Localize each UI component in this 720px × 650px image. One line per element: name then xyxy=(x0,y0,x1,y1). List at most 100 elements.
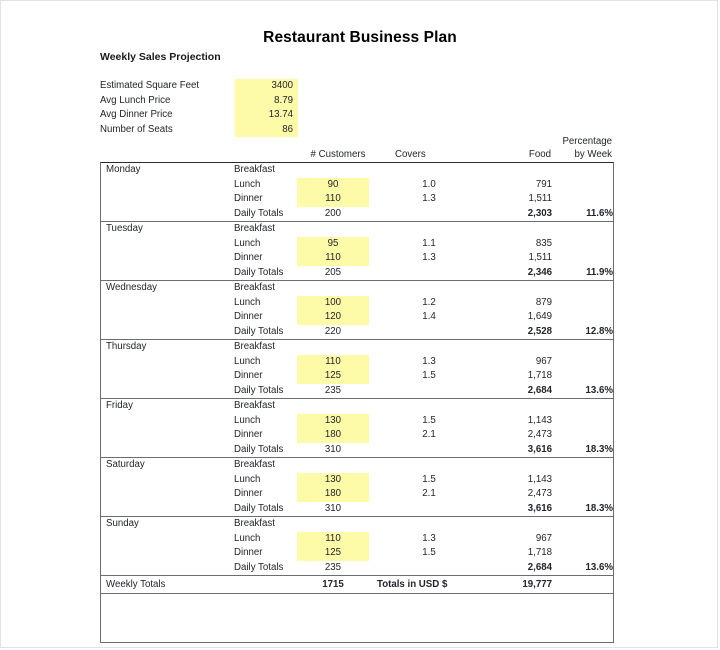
cell-customers[interactable]: 125 xyxy=(297,369,369,384)
meal-label: Lunch xyxy=(234,237,261,249)
column-header-percentage-line2: by Week xyxy=(574,149,612,160)
meal-label: Breakfast xyxy=(234,223,275,234)
meal-label: Dinner xyxy=(234,370,263,381)
meal-label: Breakfast xyxy=(234,518,275,529)
meal-label: Breakfast xyxy=(234,164,275,175)
cell-customers[interactable]: 180 xyxy=(297,487,369,502)
meal-row-daily-totals: Daily Totals 235 2,684 13.6% xyxy=(101,561,613,576)
table-header-row: # Customers Covers Food Percentage by We… xyxy=(100,134,614,162)
meal-row-lunch: Lunch 130 1.5 1,143 xyxy=(101,414,613,429)
column-header-percentage: Percentage by Week xyxy=(552,135,612,161)
table-row: Thursday Breakfast Lunch 110 1.3 967 Din… xyxy=(101,340,613,399)
cell-covers: 1.5 xyxy=(422,414,436,426)
meal-row-lunch: Lunch 95 1.1 835 xyxy=(101,237,613,252)
cell-customers[interactable]: 100 xyxy=(297,296,369,311)
cell-food-total: 2,346 xyxy=(527,266,552,278)
cell-customers[interactable]: 110 xyxy=(297,532,369,547)
table-row: Friday Breakfast Lunch 130 1.5 1,143 Din… xyxy=(101,399,613,458)
meal-row-lunch: Lunch 90 1.0 791 xyxy=(101,178,613,193)
meal-label: Lunch xyxy=(234,296,261,308)
meal-label: Breakfast xyxy=(234,400,275,411)
meal-row-dinner: Dinner 120 1.4 1,649 xyxy=(101,310,613,325)
page-title: Restaurant Business Plan xyxy=(263,29,457,46)
meal-row-breakfast: Breakfast xyxy=(101,222,613,237)
table-row: Monday Breakfast Lunch 90 1.0 791 Dinner… xyxy=(101,163,613,222)
parameter-label: Avg Dinner Price xyxy=(100,109,173,120)
meal-label: Daily Totals xyxy=(234,207,284,219)
day-label: Sunday xyxy=(106,518,139,529)
parameter-row: Avg Lunch Price 8.79 xyxy=(100,94,300,109)
meal-label: Dinner xyxy=(234,547,263,558)
weekly-sales-table: # Customers Covers Food Percentage by We… xyxy=(100,134,614,643)
cell-percentage: 18.3% xyxy=(585,443,613,455)
cell-customers[interactable]: 110 xyxy=(297,251,369,266)
meal-label: Lunch xyxy=(234,473,261,485)
meal-label: Dinner xyxy=(234,488,263,499)
parameter-value[interactable]: 86 xyxy=(235,123,293,138)
meal-row-breakfast: Breakfast xyxy=(101,281,613,296)
weekly-totals-food: 19,777 xyxy=(522,579,552,590)
cell-customers[interactable]: 90 xyxy=(297,178,369,193)
cell-percentage: 11.6% xyxy=(586,207,613,219)
page-subtitle: Weekly Sales Projection xyxy=(100,51,221,63)
meal-label: Lunch xyxy=(234,532,261,544)
cell-customers[interactable]: 125 xyxy=(297,546,369,561)
day-label: Tuesday xyxy=(106,223,143,234)
meal-row-breakfast: Breakfast xyxy=(101,340,613,355)
meal-label: Dinner xyxy=(234,429,263,440)
cell-customers[interactable]: 130 xyxy=(297,473,369,488)
meal-label: Breakfast xyxy=(234,341,275,352)
cell-food: 1,143 xyxy=(527,473,552,485)
cell-food: 835 xyxy=(535,237,552,249)
cell-customers[interactable]: 180 xyxy=(297,428,369,443)
meal-row-breakfast: Breakfast xyxy=(101,163,613,178)
cell-customers[interactable]: 110 xyxy=(297,192,369,207)
cell-customers-total: 220 xyxy=(324,325,342,337)
meal-label: Dinner xyxy=(234,311,263,322)
cell-customers[interactable]: 120 xyxy=(297,310,369,325)
meal-row-lunch: Lunch 100 1.2 879 xyxy=(101,296,613,311)
cell-food-total: 2,528 xyxy=(527,325,552,337)
cell-customers[interactable]: 95 xyxy=(297,237,369,252)
cell-customers-total: 310 xyxy=(324,502,342,514)
cell-customers[interactable]: 110 xyxy=(297,355,369,370)
cell-covers: 1.4 xyxy=(422,311,436,322)
cell-food-total: 3,616 xyxy=(527,443,552,455)
day-label: Monday xyxy=(106,164,141,175)
meal-row-daily-totals: Daily Totals 200 2,303 11.6% xyxy=(101,207,613,222)
document-page: Restaurant Business Plan Weekly Sales Pr… xyxy=(0,0,718,648)
column-header-food: Food xyxy=(528,149,551,160)
parameters-panel: Estimated Square Feet 3400 Avg Lunch Pri… xyxy=(100,79,300,137)
meal-row-dinner: Dinner 180 2.1 2,473 xyxy=(101,487,613,502)
cell-customers-total: 205 xyxy=(324,266,342,278)
cell-food: 967 xyxy=(535,355,552,367)
day-label: Friday xyxy=(106,400,133,411)
parameter-value[interactable]: 3400 xyxy=(235,79,293,94)
table-row: Tuesday Breakfast Lunch 95 1.1 835 Dinne… xyxy=(101,222,613,281)
parameter-value[interactable]: 13.74 xyxy=(235,108,293,123)
cell-food: 1,511 xyxy=(528,252,552,263)
weekly-totals-label: Weekly Totals xyxy=(106,579,166,590)
meal-row-breakfast: Breakfast xyxy=(101,399,613,414)
weekly-totals-customers: 1715 xyxy=(322,579,344,590)
table-empty-footer-area xyxy=(101,594,613,642)
cell-customers[interactable]: 130 xyxy=(297,414,369,429)
cell-food: 879 xyxy=(535,296,552,308)
cell-covers: 2.1 xyxy=(422,488,436,499)
meal-row-daily-totals: Daily Totals 310 3,616 18.3% xyxy=(101,502,613,517)
meal-row-lunch: Lunch 110 1.3 967 xyxy=(101,532,613,547)
meal-label: Breakfast xyxy=(234,282,275,293)
meal-label: Daily Totals xyxy=(234,502,284,514)
parameter-label: Estimated Square Feet xyxy=(100,80,200,91)
meal-label: Lunch xyxy=(234,355,261,367)
column-header-customers: # Customers xyxy=(310,149,366,160)
cell-percentage: 13.6% xyxy=(585,384,613,396)
parameter-row: Estimated Square Feet 3400 xyxy=(100,79,300,94)
cell-food-total: 2,303 xyxy=(527,207,552,219)
meal-row-dinner: Dinner 110 1.3 1,511 xyxy=(101,251,613,266)
column-header-percentage-line1: Percentage xyxy=(562,136,612,147)
parameter-value[interactable]: 8.79 xyxy=(235,94,293,109)
cell-food: 2,473 xyxy=(527,488,552,499)
cell-covers: 1.5 xyxy=(422,473,436,485)
cell-covers: 1.3 xyxy=(422,355,436,367)
